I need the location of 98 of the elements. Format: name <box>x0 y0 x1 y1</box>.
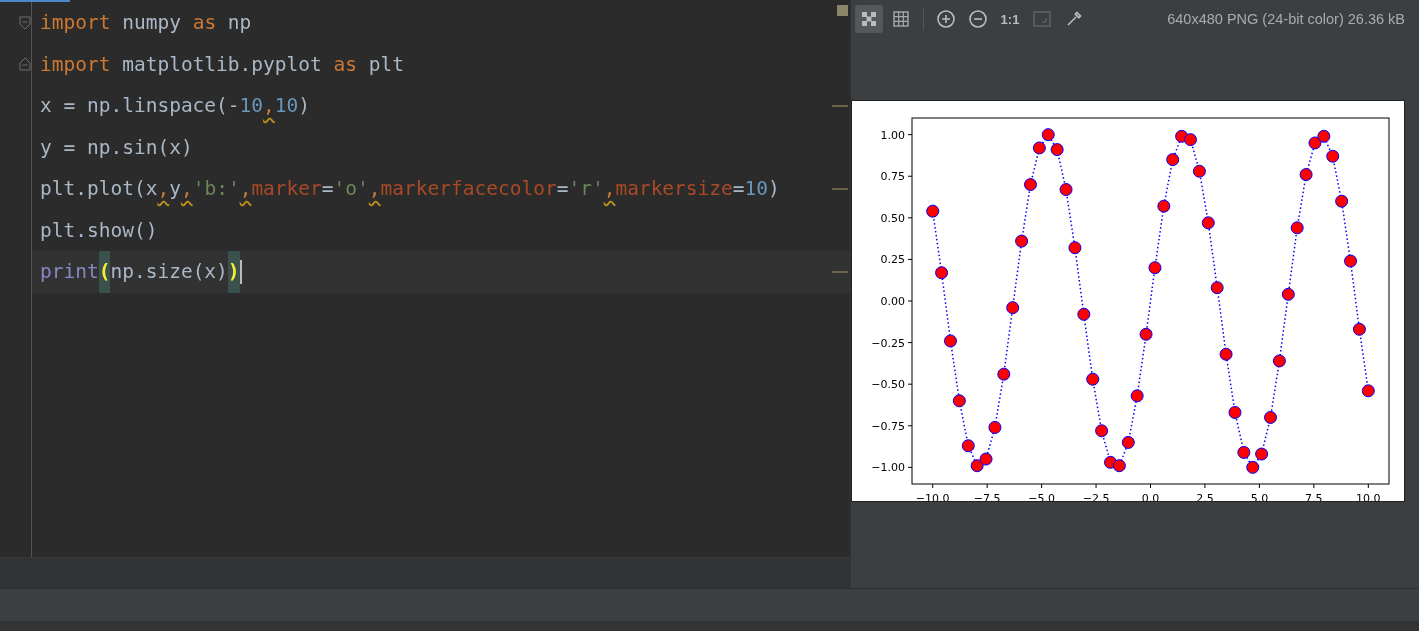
x-tick <box>1095 483 1097 489</box>
data-point-marker <box>1032 141 1046 155</box>
y-tick <box>907 383 913 385</box>
warning-stripe-marker[interactable] <box>832 188 848 190</box>
y-tick-label: −0.25 <box>871 336 905 350</box>
actual-size-button[interactable]: 1:1 <box>996 5 1024 33</box>
data-point-marker <box>1335 194 1349 208</box>
zoom-out-icon <box>968 9 988 29</box>
data-point-marker <box>1024 178 1037 192</box>
y-tick-label: 0.50 <box>880 211 905 225</box>
y-tick <box>907 217 913 219</box>
data-point-marker <box>935 266 949 280</box>
data-point-marker <box>1299 168 1313 182</box>
fold-icon[interactable] <box>18 15 31 30</box>
checkerboard-icon <box>859 9 879 29</box>
data-point-marker <box>1228 405 1242 419</box>
y-tick-label: 1.00 <box>880 128 905 142</box>
data-point-marker <box>1344 254 1358 268</box>
x-tick <box>1150 483 1151 489</box>
image-info-text: 640x480 PNG (24-bit color) 26.36 kB <box>1167 11 1405 27</box>
code-line: print(np.size(x)) <box>40 251 240 293</box>
fit-frame-icon <box>1032 9 1052 29</box>
data-point-marker <box>1246 460 1260 474</box>
data-point-marker <box>1139 327 1153 341</box>
data-point-marker <box>1077 307 1091 321</box>
data-point-marker <box>1157 199 1171 213</box>
data-point-marker <box>1308 136 1322 150</box>
data-point-marker <box>1006 301 1020 315</box>
code-line: y = np.sin(x) <box>40 134 193 161</box>
y-tick-label: 0.25 <box>880 253 905 267</box>
code-line: plt.plot(x,y,'b:',marker='o',markerfacecolor='r',markersize=10) <box>40 176 780 202</box>
data-point-marker <box>1166 153 1180 167</box>
data-point-marker <box>952 394 966 408</box>
data-point-marker <box>1255 447 1269 461</box>
code-line: import matplotlib.pyplot as plt <box>40 51 404 78</box>
data-point-marker <box>1068 241 1082 255</box>
data-point-marker <box>1326 149 1340 163</box>
y-tick-label: 0.00 <box>880 295 905 308</box>
data-point-marker <box>1272 354 1286 368</box>
data-point-marker <box>1050 143 1064 157</box>
y-tick <box>907 466 913 468</box>
text-cursor <box>239 259 242 284</box>
data-point-marker <box>979 452 993 466</box>
data-point-marker <box>1015 234 1029 248</box>
data-point-marker <box>1148 261 1162 275</box>
marker-square-icon <box>837 5 848 16</box>
data-point-marker <box>1192 164 1206 178</box>
x-tick <box>1367 483 1369 489</box>
zoom-in-icon <box>936 9 956 29</box>
y-tick <box>907 175 913 177</box>
data-point-marker <box>1264 410 1277 424</box>
data-point-marker <box>1237 445 1251 459</box>
data-point-marker <box>1041 128 1055 142</box>
y-tick <box>907 258 913 260</box>
y-tick-label: 0.75 <box>880 170 905 184</box>
data-point-marker <box>1086 372 1100 386</box>
x-tick <box>1313 483 1315 489</box>
data-point-marker <box>1095 424 1109 438</box>
fold-icon[interactable] <box>18 57 31 72</box>
data-point-marker <box>970 459 984 473</box>
y-tick-label: −1.00 <box>871 461 905 475</box>
data-point-marker <box>1361 384 1375 398</box>
data-point-marker <box>943 334 957 348</box>
code-line: import numpy as np <box>40 10 252 36</box>
data-point-marker <box>1219 347 1233 361</box>
data-point-marker <box>1352 322 1366 336</box>
y-tick <box>907 134 913 136</box>
grid-icon <box>891 9 911 29</box>
warning-stripe-marker[interactable] <box>832 105 848 107</box>
x-tick <box>1041 483 1043 489</box>
y-tick-label: −0.75 <box>871 419 905 433</box>
data-point-marker <box>1184 133 1197 147</box>
data-point-marker <box>1059 183 1073 197</box>
x-tick <box>932 483 934 489</box>
chessboard-button[interactable] <box>855 5 883 33</box>
data-point-marker <box>961 439 975 453</box>
data-point-marker <box>1317 129 1331 143</box>
active-tab-indicator <box>0 0 70 2</box>
x-tick <box>1258 483 1260 489</box>
data-point-marker <box>926 204 940 218</box>
x-tick <box>986 483 988 489</box>
data-point-marker <box>1130 389 1144 403</box>
y-tick-label: −0.50 <box>871 378 905 392</box>
x-tick <box>1204 483 1206 489</box>
data-point-marker <box>1281 287 1295 301</box>
warning-stripe-marker[interactable] <box>832 271 848 273</box>
data-point-marker <box>1112 459 1126 473</box>
code-line: x = np.linspace(-10,10) <box>40 93 311 119</box>
data-point-marker <box>997 367 1011 381</box>
data-point-marker <box>1210 281 1224 295</box>
y-tick <box>907 425 913 427</box>
data-point-marker <box>1290 221 1304 235</box>
data-point-marker <box>1201 216 1215 230</box>
data-point-marker <box>988 420 1002 434</box>
y-tick <box>907 300 913 302</box>
y-tick <box>907 342 913 344</box>
code-line: plt.show() <box>40 217 158 244</box>
data-point-marker <box>1121 435 1135 449</box>
